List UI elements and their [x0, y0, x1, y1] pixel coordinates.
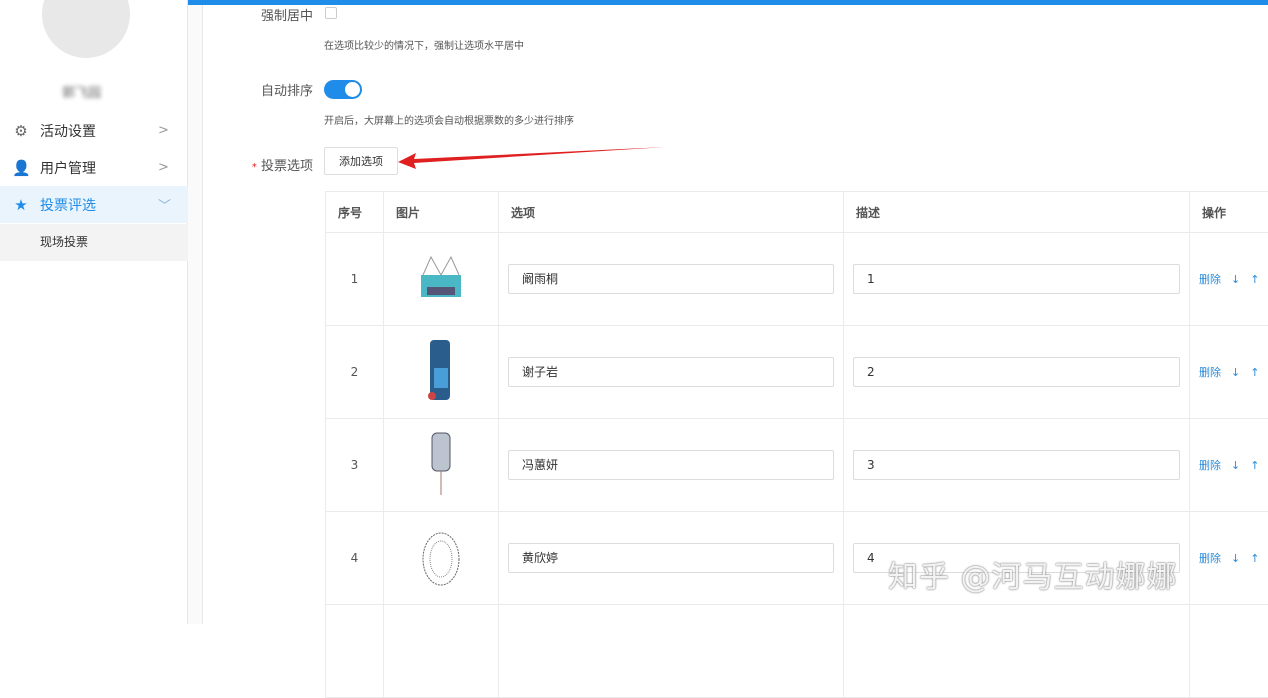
col-header-desc: 描述: [844, 192, 1190, 233]
watermark: 知乎 @河马互动娜娜: [888, 552, 1178, 596]
table-header-row: 序号 图片 选项 描述 操作: [326, 192, 1268, 233]
row-num: 2: [326, 326, 384, 419]
chevron-right-icon: >: [158, 123, 169, 138]
row-num: 3: [326, 419, 384, 512]
option-desc-input[interactable]: 1: [853, 264, 1180, 294]
star-icon: ★: [12, 196, 30, 214]
force-center-label: 强制居中: [261, 5, 313, 24]
table-row: 3 冯蕙妍 3 删除 ↓ ↑: [326, 419, 1268, 512]
sidebar-subitem-live-vote[interactable]: 现场投票: [0, 224, 188, 261]
table-row: 2 谢子岩 2 删除 ↓ ↑: [326, 326, 1268, 419]
option-image[interactable]: [384, 512, 499, 605]
col-header-num: 序号: [326, 192, 384, 233]
chevron-down-icon: ﹀: [158, 195, 171, 214]
delete-link[interactable]: 删除: [1199, 459, 1221, 472]
sidebar-item-label: 投票评选: [40, 195, 96, 215]
chevron-right-icon: >: [158, 160, 169, 175]
delete-link[interactable]: 删除: [1199, 552, 1221, 565]
sidebar-item-label: 活动设置: [40, 121, 96, 141]
col-header-image: 图片: [384, 192, 499, 233]
row-num: 4: [326, 512, 384, 605]
force-center-help: 在选项比较少的情况下，强制让选项水平居中: [324, 37, 524, 52]
move-down-icon[interactable]: ↓: [1231, 459, 1240, 472]
row-num: 1: [326, 233, 384, 326]
move-down-icon[interactable]: ↓: [1231, 552, 1240, 565]
options-table: 序号 图片 选项 描述 操作 1 阚雨桐 1 删除↓↑2 谢子岩 2 删除↓↑3…: [325, 191, 1268, 698]
col-header-actions: 操作: [1190, 192, 1268, 233]
option-name-input[interactable]: 谢子岩: [508, 357, 834, 387]
option-image[interactable]: [384, 419, 499, 512]
avatar: [42, 0, 130, 58]
table-row: 1 阚雨桐 1 删除 ↓ ↑: [326, 233, 1268, 326]
user-icon: 👤: [12, 159, 30, 177]
option-name-input[interactable]: 冯蕙妍: [508, 450, 834, 480]
option-name-input[interactable]: 阚雨桐: [508, 264, 834, 294]
content-gutter: [188, 0, 203, 624]
delete-link[interactable]: 删除: [1199, 366, 1221, 379]
option-desc-input[interactable]: 2: [853, 357, 1180, 387]
vote-options-label-text: 投票选项: [261, 159, 313, 174]
required-mark: *: [252, 162, 257, 173]
table-row: [326, 605, 1268, 698]
move-down-icon[interactable]: ↓: [1231, 273, 1240, 286]
move-up-icon[interactable]: ↑: [1250, 273, 1259, 286]
option-image[interactable]: [384, 326, 499, 419]
auto-sort-help: 开启后，大屏幕上的选项会自动根据票数的多少进行排序: [324, 112, 574, 127]
add-option-button[interactable]: 添加选项: [324, 147, 398, 175]
top-accent-bar: [188, 0, 1268, 5]
col-header-option: 选项: [499, 192, 844, 233]
force-center-checkbox[interactable]: [325, 7, 337, 19]
sidebar-item-voting[interactable]: ★ 投票评选 ﹀: [0, 186, 188, 223]
annotation-arrow: [398, 145, 668, 170]
sidebar-item-label: 用户管理: [40, 158, 96, 178]
option-name-input[interactable]: 黄欣婷: [508, 543, 834, 573]
delete-link[interactable]: 删除: [1199, 273, 1221, 286]
auto-sort-label: 自动排序: [261, 80, 313, 99]
sidebar: 郭飞园 ⚙ 活动设置 > 👤 用户管理 > ★ 投票评选 ﹀ 现场投票: [0, 0, 188, 624]
gears-icon: ⚙: [12, 122, 30, 140]
option-image[interactable]: [384, 233, 499, 326]
user-name: 郭飞园: [62, 82, 110, 98]
option-desc-input[interactable]: 3: [853, 450, 1180, 480]
move-up-icon[interactable]: ↑: [1250, 459, 1259, 472]
move-down-icon[interactable]: ↓: [1231, 366, 1240, 379]
move-up-icon[interactable]: ↑: [1250, 366, 1259, 379]
move-up-icon[interactable]: ↑: [1250, 552, 1259, 565]
sidebar-item-activity-settings[interactable]: ⚙ 活动设置 >: [0, 112, 188, 149]
sidebar-item-user-management[interactable]: 👤 用户管理 >: [0, 149, 188, 186]
auto-sort-toggle[interactable]: [324, 80, 362, 99]
vote-options-label: * 投票选项: [252, 155, 313, 174]
